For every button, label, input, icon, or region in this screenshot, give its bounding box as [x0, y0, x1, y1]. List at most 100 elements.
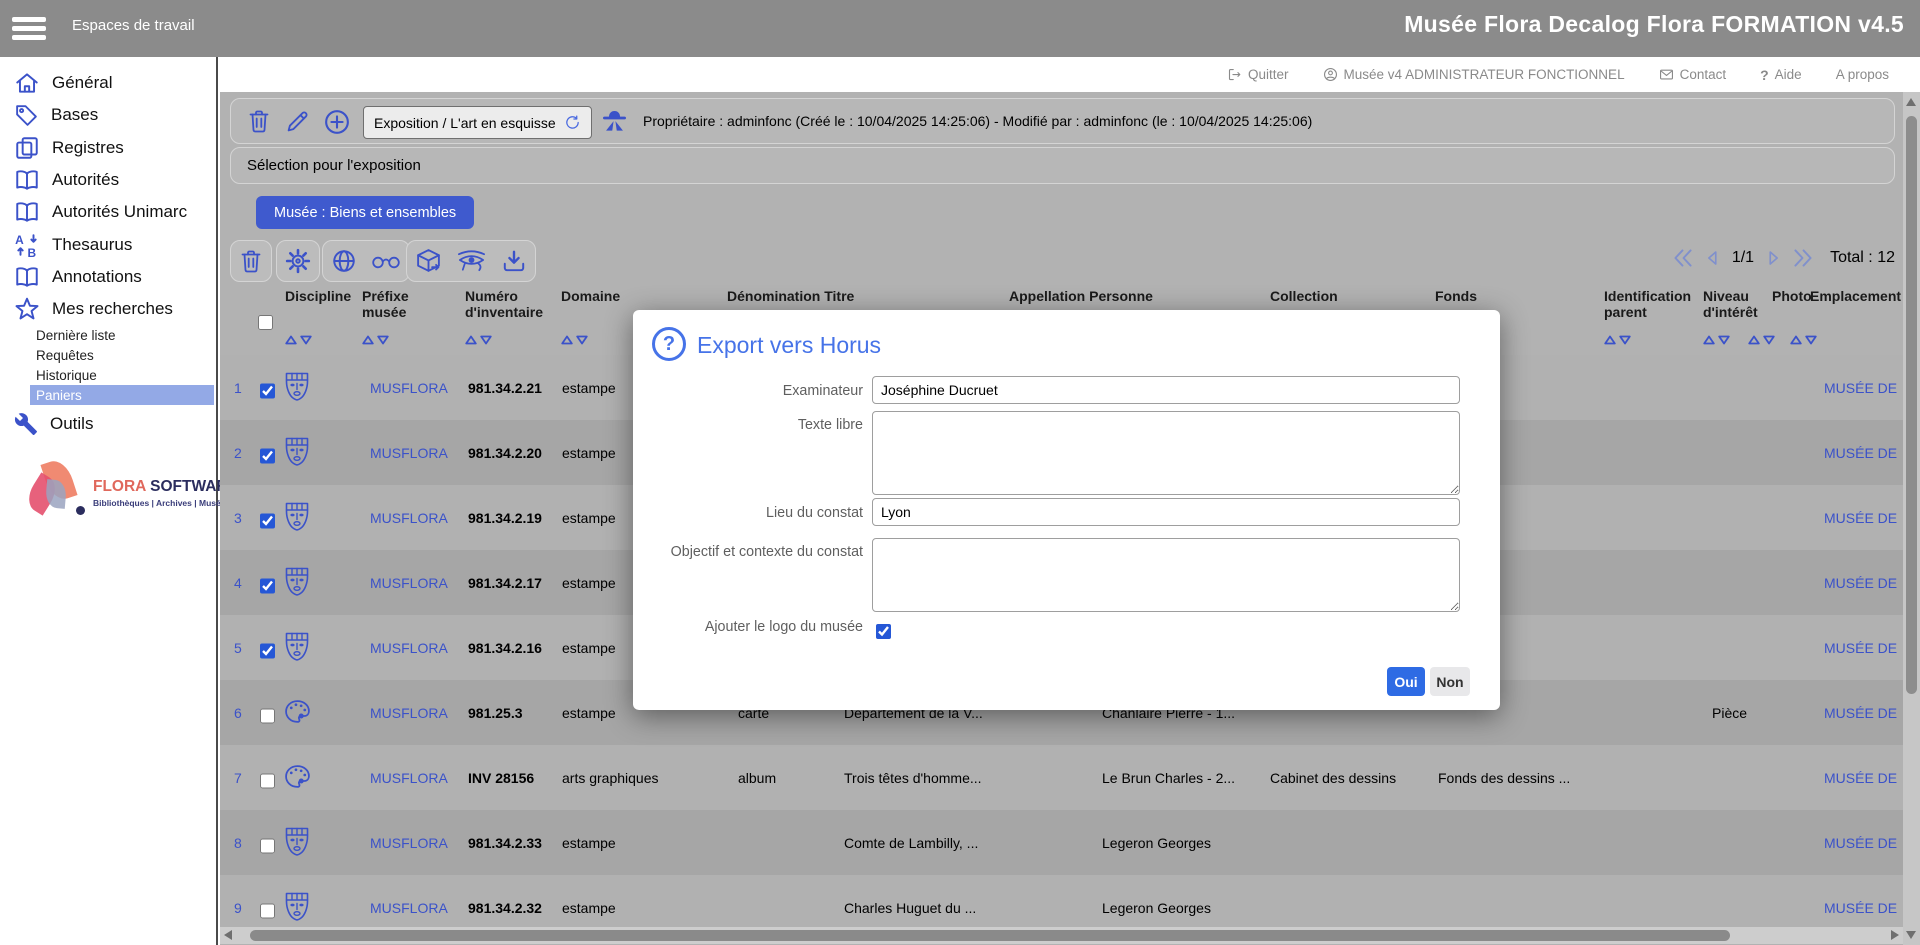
- row-checkbox[interactable]: [260, 513, 275, 528]
- cell-prefixe-musee[interactable]: MUSFLORA: [370, 380, 448, 396]
- sort-ascending-icon[interactable]: [561, 335, 573, 345]
- sidebar-item-annotations[interactable]: Annotations: [0, 261, 216, 293]
- select-all-checkbox[interactable]: [258, 315, 273, 330]
- sort-descending-icon[interactable]: [1619, 335, 1631, 345]
- row-checkbox[interactable]: [260, 578, 275, 593]
- next-page-button[interactable]: [1762, 247, 1784, 269]
- sort-control-pr-fixe-mus-e[interactable]: [362, 335, 389, 345]
- edit-basket-button[interactable]: [285, 108, 310, 138]
- sidebar-subitem-historique[interactable]: Historique: [30, 365, 214, 385]
- horizontal-scrollbar[interactable]: [220, 927, 1903, 944]
- cell-emplacement[interactable]: MUSÉE DE: [1824, 835, 1903, 851]
- cell-num[interactable]: 7: [234, 770, 242, 786]
- top-link-mus-e-v4-administrateur-fonctionnel[interactable]: Musée v4 ADMINISTRATEUR FONCTIONNEL: [1323, 67, 1625, 82]
- vertical-scroll-thumb[interactable]: [1906, 116, 1917, 694]
- sort-ascending-icon[interactable]: [1604, 335, 1616, 345]
- scroll-up-arrow-icon[interactable]: [1906, 98, 1916, 106]
- prev-page-button[interactable]: [1702, 247, 1724, 269]
- cell-num[interactable]: 6: [234, 705, 242, 721]
- scroll-down-arrow-icon[interactable]: [1906, 931, 1916, 939]
- sort-control-photo[interactable]: [1748, 335, 1775, 345]
- row-checkbox[interactable]: [260, 838, 275, 853]
- cell-emplacement[interactable]: MUSÉE DE: [1824, 445, 1903, 461]
- scroll-left-arrow-icon[interactable]: [224, 930, 232, 940]
- sort-descending-icon[interactable]: [576, 335, 588, 345]
- row-checkbox[interactable]: [260, 643, 275, 658]
- sort-ascending-icon[interactable]: [1790, 335, 1802, 345]
- sort-ascending-icon[interactable]: [465, 335, 477, 345]
- sidebar-item-mes-recherches[interactable]: Mes recherches: [0, 293, 216, 325]
- tab-musee-biens-et-ensembles[interactable]: Musée : Biens et ensembles: [256, 196, 474, 229]
- top-link-a-propos[interactable]: A propos: [1836, 67, 1889, 82]
- oui-button[interactable]: Oui: [1387, 667, 1425, 696]
- lieu-constat-field[interactable]: [872, 498, 1460, 526]
- sort-ascending-icon[interactable]: [285, 335, 297, 345]
- sort-control-domaine[interactable]: [561, 335, 588, 345]
- sidebar-item-thesaurus[interactable]: ABThesaurus: [0, 229, 216, 261]
- row-checkbox[interactable]: [260, 773, 275, 788]
- sidebar-subitem-paniers[interactable]: Paniers: [30, 385, 214, 405]
- basket-selector-button[interactable]: Exposition / L'art en esquisse: [363, 106, 592, 139]
- sort-descending-icon[interactable]: [377, 335, 389, 345]
- publish-web-button[interactable]: [331, 248, 357, 274]
- view-button[interactable]: [371, 253, 401, 270]
- last-page-button[interactable]: [1790, 245, 1816, 271]
- row-checkbox[interactable]: [260, 708, 275, 723]
- row-checkbox[interactable]: [260, 383, 275, 398]
- sort-ascending-icon[interactable]: [1748, 335, 1760, 345]
- row-checkbox[interactable]: [260, 903, 275, 918]
- horizontal-scroll-thumb[interactable]: [250, 930, 1730, 941]
- sort-ascending-icon[interactable]: [1703, 335, 1715, 345]
- cell-prefixe-musee[interactable]: MUSFLORA: [370, 510, 448, 526]
- sidebar-item-registres[interactable]: Registres: [0, 132, 216, 164]
- sort-descending-icon[interactable]: [300, 335, 312, 345]
- vertical-scrollbar[interactable]: [1903, 92, 1920, 945]
- cell-emplacement[interactable]: MUSÉE DE: [1824, 705, 1903, 721]
- cell-prefixe-musee[interactable]: MUSFLORA: [370, 705, 448, 721]
- cell-num[interactable]: 1: [234, 380, 242, 396]
- settings-button[interactable]: [285, 248, 311, 274]
- sort-descending-icon[interactable]: [480, 335, 492, 345]
- cell-num[interactable]: 4: [234, 575, 242, 591]
- texte-libre-field[interactable]: [872, 411, 1460, 495]
- sidebar-subitem-derni-re-liste[interactable]: Dernière liste: [30, 325, 214, 345]
- row-checkbox[interactable]: [260, 448, 275, 463]
- sort-control-num-ro-d-inventaire[interactable]: [465, 335, 492, 345]
- cell-num[interactable]: 8: [234, 835, 242, 851]
- sidebar-subitem-requ-tes[interactable]: Requêtes: [30, 345, 214, 365]
- delete-basket-button[interactable]: [247, 108, 271, 139]
- sort-control-niveau-d-int-r-t[interactable]: [1703, 335, 1730, 345]
- first-page-button[interactable]: [1670, 245, 1696, 271]
- cell-emplacement[interactable]: MUSÉE DE: [1824, 380, 1903, 396]
- sidebar-item-autorit-s-unimarc[interactable]: Autorités Unimarc: [0, 196, 216, 228]
- top-link-contact[interactable]: Contact: [1659, 67, 1727, 82]
- sort-control-identification-parent[interactable]: [1604, 335, 1631, 345]
- top-link-quitter[interactable]: Quitter: [1227, 67, 1289, 82]
- logo-checkbox[interactable]: [876, 624, 891, 639]
- cell-prefixe-musee[interactable]: MUSFLORA: [370, 900, 448, 916]
- sort-descending-icon[interactable]: [1763, 335, 1775, 345]
- sort-control-emplacement[interactable]: [1790, 335, 1817, 345]
- cell-num[interactable]: 5: [234, 640, 242, 656]
- sort-descending-icon[interactable]: [1718, 335, 1730, 345]
- non-button[interactable]: Non: [1430, 667, 1470, 696]
- top-link-aide[interactable]: ?Aide: [1760, 67, 1802, 83]
- cell-prefixe-musee[interactable]: MUSFLORA: [370, 640, 448, 656]
- examinateur-field[interactable]: [872, 376, 1460, 404]
- sidebar-item-autorit-s[interactable]: Autorités: [0, 164, 216, 196]
- download-button[interactable]: [501, 248, 527, 274]
- question-circle-icon[interactable]: ?: [652, 327, 686, 361]
- cell-emplacement[interactable]: MUSÉE DE: [1824, 575, 1903, 591]
- sort-control-discipline[interactable]: [285, 335, 312, 345]
- scroll-right-arrow-icon[interactable]: [1891, 930, 1899, 940]
- sort-descending-icon[interactable]: [1805, 335, 1817, 345]
- cell-emplacement[interactable]: MUSÉE DE: [1824, 900, 1903, 916]
- hamburger-menu-icon[interactable]: [12, 13, 48, 43]
- cell-prefixe-musee[interactable]: MUSFLORA: [370, 835, 448, 851]
- cell-emplacement[interactable]: MUSÉE DE: [1824, 640, 1903, 656]
- delete-items-button[interactable]: [239, 248, 263, 274]
- cell-emplacement[interactable]: MUSÉE DE: [1824, 510, 1903, 526]
- add-basket-button[interactable]: [323, 108, 351, 141]
- sidebar-item-bases[interactable]: Bases: [0, 99, 216, 131]
- objectif-constat-field[interactable]: [872, 538, 1460, 612]
